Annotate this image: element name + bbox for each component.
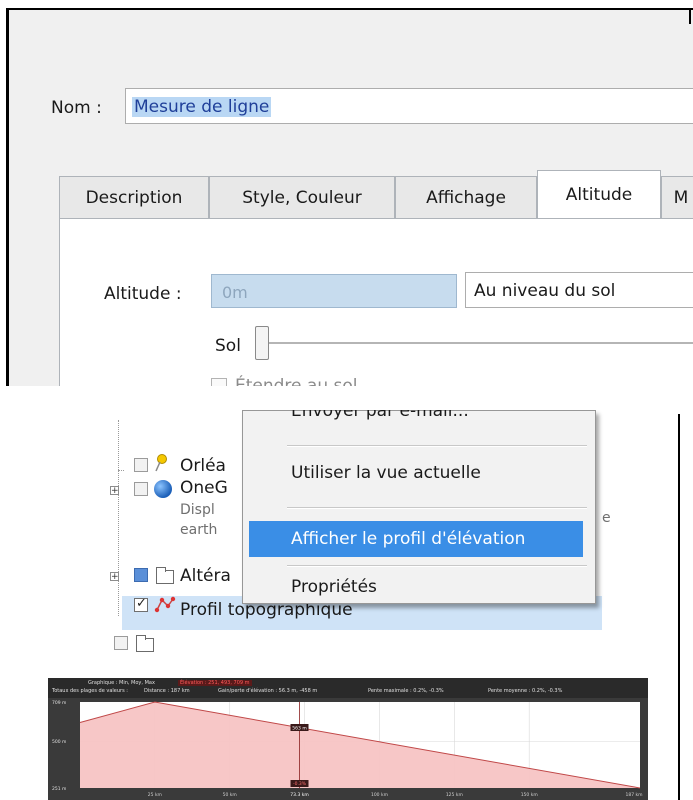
altitude-slider-thumb[interactable] xyxy=(255,326,269,360)
elevation-profile-panel: Graphique : Min, Moy, Max Élévation : 25… xyxy=(48,678,648,800)
properties-dialog: Nom : Mesure de ligne Description Style,… xyxy=(6,8,693,386)
x-tick-label: 187 km xyxy=(625,792,642,798)
menu-separator xyxy=(287,565,587,567)
name-value: Mesure de ligne xyxy=(132,97,272,117)
menu-item-use-current-view[interactable]: Utiliser la vue actuelle xyxy=(291,463,481,483)
pushpin-icon xyxy=(155,454,167,472)
altitude-input[interactable]: 0m xyxy=(211,274,457,308)
altitude-label: Altitude : xyxy=(104,284,182,304)
path-icon xyxy=(154,596,176,613)
cursor-elevation-label: 563 m xyxy=(292,726,306,732)
layer-checkbox-next[interactable] xyxy=(114,636,128,650)
layer-description: earth xyxy=(180,522,218,538)
folder-icon xyxy=(136,635,154,652)
menu-separator xyxy=(287,445,587,447)
name-label: Nom : xyxy=(51,98,102,118)
panel-border xyxy=(689,10,691,24)
x-tick-label: 73.3 km xyxy=(290,792,308,798)
layer-label-orlea[interactable]: Orléa xyxy=(180,456,226,476)
sol-label: Sol xyxy=(215,336,241,356)
layer-checkbox-profil[interactable] xyxy=(134,596,148,612)
x-tick-label: 25 km xyxy=(148,792,162,798)
extend-to-ground-checkbox[interactable] xyxy=(211,378,227,386)
layer-checkbox-altera[interactable] xyxy=(134,568,148,582)
tree-connector xyxy=(118,420,119,616)
cursor-slope-label: -0.3% xyxy=(293,781,307,787)
tree-connector xyxy=(118,470,124,471)
altitude-mode-value: Au niveau du sol xyxy=(474,281,616,301)
tab-style-couleur[interactable]: Style, Couleur xyxy=(209,176,395,220)
layer-label-oneg[interactable]: OneG xyxy=(180,478,228,498)
menu-item-properties[interactable]: Propriétés xyxy=(291,577,377,597)
x-tick-label: 100 km xyxy=(371,792,388,798)
altitude-slider-track[interactable] xyxy=(269,342,693,344)
folder-icon xyxy=(156,567,174,584)
layer-checkbox-oneg[interactable] xyxy=(134,482,148,496)
y-tick-label: 709 m xyxy=(52,700,66,706)
name-input[interactable]: Mesure de ligne xyxy=(125,88,693,124)
tab-more[interactable]: M xyxy=(661,176,693,220)
menu-separator xyxy=(287,507,587,509)
expand-icon[interactable]: + xyxy=(110,572,119,582)
layer-description-tail: e xyxy=(602,510,611,526)
x-tick-label: 150 km xyxy=(521,792,538,798)
elevation-chart[interactable]: 563 m -0.3% 709 m 500 m 251 m 25 km 50 km 73.3 … xyxy=(48,678,648,800)
extend-to-ground-label: Étendre au sol xyxy=(235,376,358,386)
x-tick-label: 50 km xyxy=(223,792,237,798)
y-tick-label: 500 m xyxy=(52,739,66,745)
menu-item-show-elevation-profile[interactable]: Afficher le profil d'élévation xyxy=(291,529,525,549)
globe-icon xyxy=(154,480,172,498)
y-tick-label: 251 m xyxy=(52,786,66,792)
tab-affichage[interactable]: Affichage xyxy=(395,176,537,220)
menu-item-send-email[interactable]: Envoyer par e-mail... xyxy=(291,410,469,421)
layer-label-altera[interactable]: Altéra xyxy=(180,566,231,586)
context-menu: Envoyer par e-mail... Utiliser la vue ac… xyxy=(242,410,596,604)
panel-border xyxy=(678,414,680,800)
layers-panel: Orléa + OneG Displ earth e + Altéra Prof… xyxy=(6,410,680,656)
altitude-value: 0m xyxy=(222,283,248,302)
layer-checkbox-orlea[interactable] xyxy=(134,458,148,472)
layer-description: Displ xyxy=(180,502,215,518)
altitude-mode-select[interactable]: Au niveau du sol xyxy=(465,272,693,308)
tab-altitude[interactable]: Altitude xyxy=(537,170,661,218)
expand-icon[interactable]: + xyxy=(110,486,119,496)
tab-description[interactable]: Description xyxy=(59,176,209,220)
x-tick-label: 125 km xyxy=(446,792,463,798)
